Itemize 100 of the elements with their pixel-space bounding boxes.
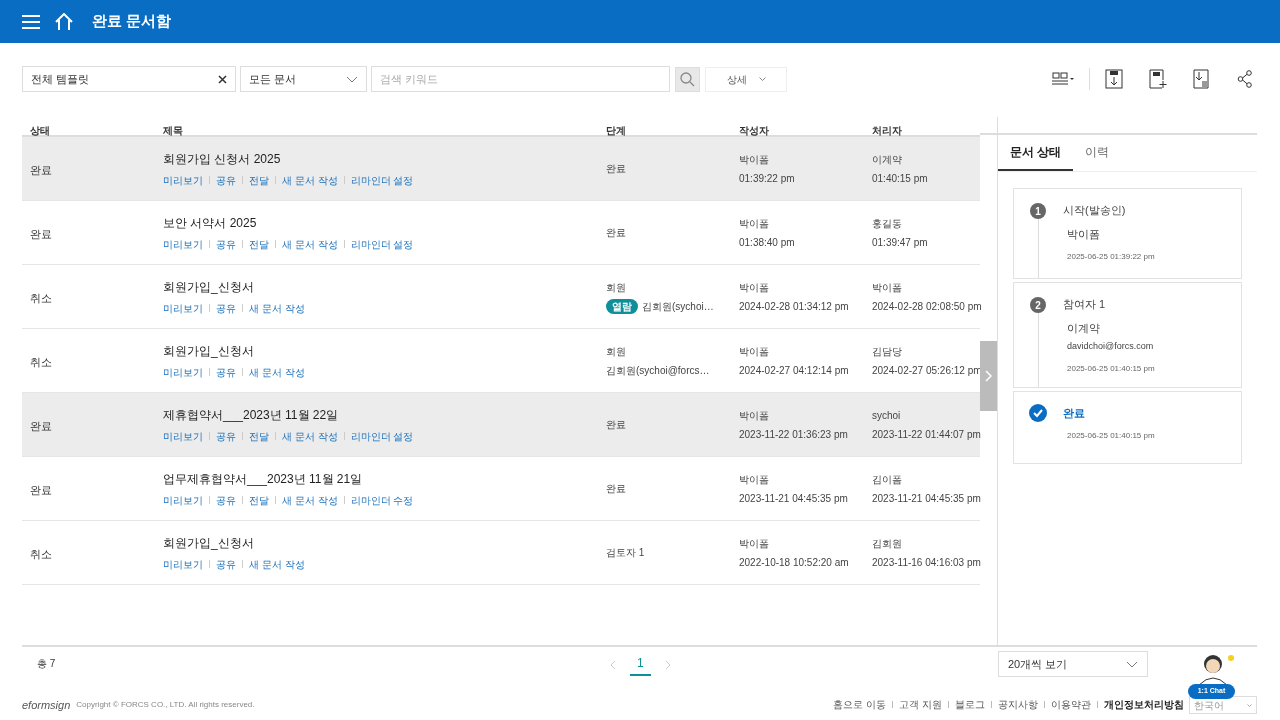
column-header: 처리자 <box>872 125 902 136</box>
footer-link[interactable]: 개인정보처리방침 <box>1104 697 1184 712</box>
action-link[interactable]: 공유 <box>216 556 236 572</box>
menu-icon[interactable] <box>22 14 40 29</box>
chevron-down-icon <box>758 77 766 81</box>
author-name: 박이폼 <box>739 408 770 423</box>
viewed-badge: 열람 <box>606 298 638 314</box>
share-icon[interactable] <box>1237 70 1253 88</box>
action-link[interactable]: 새 문서 작성 <box>249 364 305 380</box>
document-title[interactable]: 회원가입_신청서 <box>163 277 606 296</box>
action-link[interactable]: 공유 <box>216 300 236 316</box>
author-time: 2024-02-28 01:34:12 pm <box>739 299 850 314</box>
search-icon <box>680 71 695 87</box>
page-number[interactable]: 1 <box>630 654 651 676</box>
action-link[interactable]: 공유 <box>216 364 236 380</box>
search-button[interactable] <box>675 66 700 92</box>
export-list-icon[interactable] <box>1193 69 1211 89</box>
step-title: 완료 <box>1063 406 1086 421</box>
action-link[interactable]: 미리보기 <box>163 364 203 380</box>
copyright-text: Copyright © FORCS CO., LTD. All rights reserved. <box>76 699 255 712</box>
footer-link[interactable]: 이용약관 <box>1051 697 1091 712</box>
footer-link[interactable]: 블로그 <box>955 697 985 712</box>
check-icon <box>1029 404 1047 422</box>
template-field[interactable]: 전체 템플릿 <box>22 66 236 92</box>
panel-tab[interactable]: 문서 상태 <box>998 134 1074 171</box>
handler-time: 2023-11-16 04:16:03 pm <box>872 555 980 570</box>
footer-link[interactable]: 홈으로 이동 <box>833 697 887 712</box>
action-link[interactable]: 미리보기 <box>163 492 203 508</box>
status-text: 완료 <box>30 163 52 176</box>
action-link[interactable]: 미리보기 <box>163 428 203 444</box>
action-link[interactable]: 전달 <box>249 492 269 508</box>
step-number: 1 <box>1030 203 1046 219</box>
action-link[interactable]: 리마인더 설정 <box>350 172 414 188</box>
table-row[interactable]: 완료 제휴협약서___2023년 11월 22일 미리보기 공유 전달 새 문서 작성 리마인더 설정 완료 박이폼 2023-11-22 01:36:23 pm sychoi 2023-11-22 01:44:07 pm <box>22 393 980 457</box>
action-link[interactable]: 새 문서 작성 <box>282 236 338 252</box>
handler-time: 2024-02-28 02:08:50 pm <box>872 299 980 314</box>
stage-text: 회원 <box>606 344 627 359</box>
action-link[interactable]: 공유 <box>216 492 236 508</box>
action-link[interactable]: 공유 <box>216 428 236 444</box>
action-link[interactable]: 새 문서 작성 <box>249 556 305 572</box>
clear-icon[interactable] <box>218 74 227 84</box>
footer-link[interactable]: 공지사항 <box>998 697 1038 712</box>
handler-name: sychoi <box>872 408 902 423</box>
action-link[interactable]: 새 문서 작성 <box>249 300 305 316</box>
table-row[interactable]: 완료 회원가입 신청서 2025 미리보기 공유 전달 새 문서 작성 리마인더 설정 완료 박이폼 01:39:22 pm 이계약 01:40:15 pm <box>22 137 980 201</box>
status-text: 완료 <box>30 483 52 496</box>
document-title[interactable]: 회원가입 신청서 2025 <box>163 149 606 168</box>
participant-text: 김회원(sychoi… <box>642 299 714 314</box>
step-title: 시작(발송인) <box>1063 203 1127 218</box>
action-link[interactable]: 공유 <box>216 172 236 188</box>
action-link[interactable]: 미리보기 <box>163 172 203 188</box>
handler-name: 김이폼 <box>872 472 903 487</box>
action-link[interactable]: 미리보기 <box>163 300 203 316</box>
status-text: 완료 <box>30 227 52 240</box>
chevron-down-icon <box>1247 703 1252 707</box>
action-link[interactable]: 리마인더 설정 <box>350 428 414 444</box>
action-link[interactable]: 새 문서 작성 <box>282 172 338 188</box>
pdf-download-icon[interactable] <box>1105 69 1123 89</box>
document-title[interactable]: 업무제휴협약서___2023년 11월 21일 <box>163 469 606 488</box>
action-link[interactable]: 전달 <box>249 172 269 188</box>
document-title[interactable]: 회원가입_신청서 <box>163 341 606 360</box>
participant-name: 이계약 <box>1067 320 1101 336</box>
action-link[interactable]: 리마인더 수정 <box>350 492 414 508</box>
author-name: 박이폼 <box>739 472 770 487</box>
chevron-down-icon <box>1126 660 1138 668</box>
handler-time: 01:39:47 pm <box>872 235 929 250</box>
column-header: 상태 <box>30 125 50 136</box>
handler-name: 홍길동 <box>872 216 903 231</box>
page-size-dropdown[interactable]: 20개씩 보기 <box>998 651 1148 677</box>
csv-add-icon[interactable] <box>1149 69 1167 89</box>
document-title[interactable]: 회원가입_신청서 <box>163 533 606 552</box>
status-text: 취소 <box>30 547 52 560</box>
stage-text: 검토자 1 <box>606 546 646 560</box>
search-field[interactable]: 검색 키워드 <box>371 66 670 92</box>
panel-tab[interactable]: 이력 <box>1073 134 1122 171</box>
collapse-panel-handle[interactable] <box>980 341 997 411</box>
stage-text: 회원 <box>606 280 627 295</box>
author-time: 2022-10-18 10:52:20 am <box>739 555 850 570</box>
action-link[interactable]: 미리보기 <box>163 556 203 572</box>
action-link[interactable]: 새 문서 작성 <box>282 428 338 444</box>
column-layout-icon[interactable] <box>1052 72 1074 86</box>
action-link[interactable]: 리마인더 설정 <box>350 236 414 252</box>
author-time: 2023-11-22 01:36:23 pm <box>739 427 849 442</box>
column-header: 작성자 <box>739 125 769 136</box>
author-name: 박이폼 <box>739 216 770 231</box>
handler-name: 김회원 <box>872 536 903 551</box>
doc-type-dropdown[interactable]: 모든 문서 <box>240 66 367 92</box>
handler-name: 이계약 <box>872 152 903 167</box>
footer-link[interactable]: 고객 지원 <box>899 697 942 712</box>
action-link[interactable]: 전달 <box>249 236 269 252</box>
action-link[interactable]: 새 문서 작성 <box>282 492 338 508</box>
document-title[interactable]: 제휴협약서___2023년 11월 22일 <box>163 405 606 424</box>
home-icon[interactable] <box>54 12 74 31</box>
detail-dropdown[interactable]: 상세 <box>705 66 787 92</box>
stage-text: 완료 <box>606 482 627 496</box>
action-link[interactable]: 미리보기 <box>163 236 203 252</box>
document-title[interactable]: 보안 서약서 2025 <box>163 213 606 232</box>
handler-time: 01:40:15 pm <box>872 171 929 186</box>
action-link[interactable]: 전달 <box>249 428 269 444</box>
action-link[interactable]: 공유 <box>216 236 236 252</box>
